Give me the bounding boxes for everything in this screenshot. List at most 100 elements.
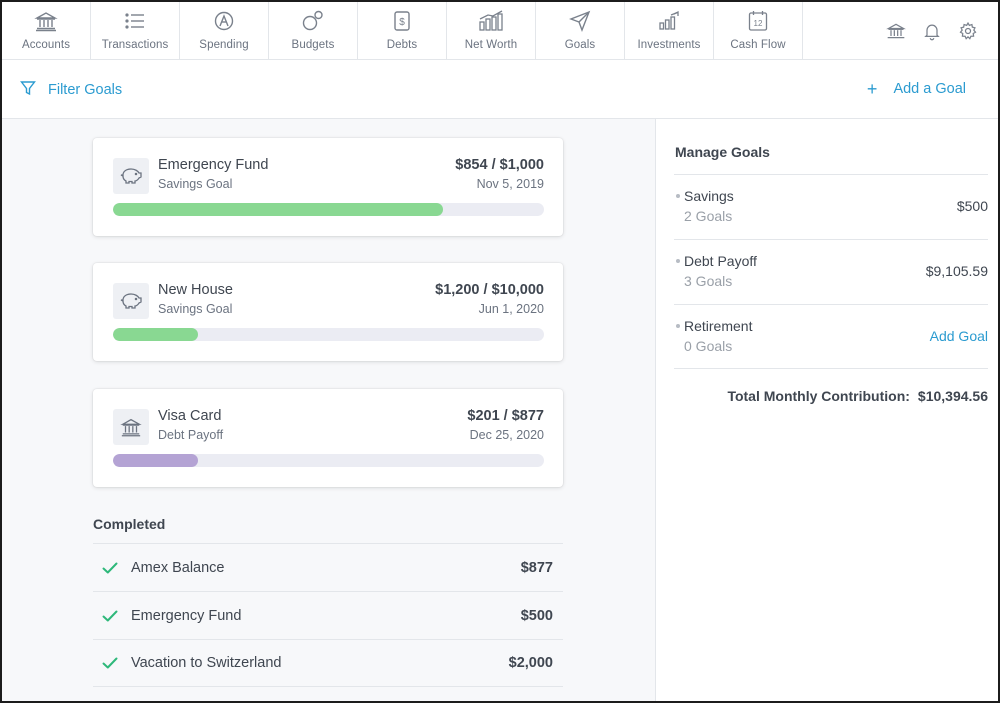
total-monthly-contribution: Total Monthly Contribution: $10,394.56 bbox=[727, 388, 988, 404]
goal-card[interactable]: Emergency Fund Savings Goal $854 / $1,00… bbox=[93, 138, 563, 236]
completed-goal-amount: $2,000 bbox=[508, 655, 553, 671]
add-a-goal-label: Add a Goal bbox=[893, 81, 966, 97]
manage-goals-list: Savings 2 Goals $500 Debt Payoff 3 Goals… bbox=[674, 174, 988, 369]
goal-type: Debt Payoff bbox=[158, 428, 224, 442]
bank-icon bbox=[33, 8, 59, 34]
manage-row-retirement[interactable]: Retirement 0 Goals Add Goal bbox=[674, 304, 988, 369]
manage-row-debt-payoff[interactable]: Debt Payoff 3 Goals $9,105.59 bbox=[674, 239, 988, 304]
goal-progress-track bbox=[113, 203, 544, 216]
nav-label: Transactions bbox=[101, 39, 169, 51]
calendar-icon: 12 bbox=[745, 8, 771, 34]
completed-heading: Completed bbox=[93, 516, 166, 532]
piggy-bank-icon bbox=[113, 158, 149, 194]
total-label: Total Monthly Contribution: bbox=[727, 388, 910, 404]
bullet-dot bbox=[676, 194, 680, 198]
manage-goals-heading: Manage Goals bbox=[675, 144, 770, 160]
goals-toolbar: Filter Goals + Add a Goal bbox=[2, 60, 998, 119]
goal-date: Jun 1, 2020 bbox=[478, 302, 544, 316]
svg-text:$: $ bbox=[399, 17, 405, 28]
goal-amount: $201 / $877 bbox=[467, 408, 544, 424]
category-name: Retirement bbox=[684, 318, 753, 334]
goal-card[interactable]: New House Savings Goal $1,200 / $10,000 … bbox=[93, 263, 563, 361]
add-goal-link[interactable]: Add Goal bbox=[930, 328, 988, 344]
nav-accounts[interactable]: Accounts bbox=[2, 2, 91, 60]
nav-utility-icons bbox=[803, 2, 998, 59]
checkmark-icon bbox=[101, 607, 119, 625]
nav-label: Budgets bbox=[291, 39, 335, 51]
nav-label: Debts bbox=[386, 39, 418, 51]
goal-name: Visa Card bbox=[158, 408, 222, 424]
nav-spending[interactable]: Spending bbox=[180, 2, 269, 60]
institution-icon[interactable] bbox=[884, 19, 908, 43]
goal-card[interactable]: Visa Card Debt Payoff $201 / $877 Dec 25… bbox=[93, 389, 563, 487]
filter-icon bbox=[20, 80, 36, 100]
goal-name: Emergency Fund bbox=[158, 157, 269, 173]
filter-goals-label: Filter Goals bbox=[48, 82, 123, 98]
category-contribution: $9,105.59 bbox=[925, 263, 988, 279]
top-nav: Accounts Transactions Spending Budgets $… bbox=[2, 2, 998, 60]
nav-label: Net Worth bbox=[464, 39, 518, 51]
nav-cash-flow[interactable]: 12 Cash Flow bbox=[714, 2, 803, 60]
nav-label: Accounts bbox=[21, 39, 71, 51]
spending-icon bbox=[211, 8, 237, 34]
filter-goals-button[interactable]: Filter Goals bbox=[20, 80, 122, 100]
list-icon bbox=[122, 8, 148, 34]
paper-plane-icon bbox=[567, 8, 593, 34]
checkmark-icon bbox=[101, 559, 119, 577]
growth-icon bbox=[656, 8, 682, 34]
completed-goal-row[interactable]: Emergency Fund $500 bbox=[93, 591, 563, 639]
goal-type: Savings Goal bbox=[158, 177, 233, 191]
budgets-icon bbox=[300, 8, 326, 34]
nav-label: Spending bbox=[199, 39, 249, 51]
category-count: 3 Goals bbox=[684, 273, 733, 289]
category-name: Debt Payoff bbox=[684, 253, 757, 269]
completed-goal-row[interactable]: Amex Balance $877 bbox=[93, 543, 563, 591]
bell-icon[interactable] bbox=[920, 19, 944, 43]
manage-row-savings[interactable]: Savings 2 Goals $500 bbox=[674, 174, 988, 239]
piggy-bank-icon bbox=[113, 283, 149, 319]
checkmark-icon bbox=[101, 654, 119, 672]
bullet-dot bbox=[676, 259, 680, 263]
goal-name: New House bbox=[158, 282, 233, 298]
goal-progress-track bbox=[113, 328, 544, 341]
goal-amount: $854 / $1,000 bbox=[455, 157, 544, 173]
goal-progress-fill bbox=[113, 203, 443, 216]
category-count: 2 Goals bbox=[684, 208, 733, 224]
nav-label: Investments bbox=[637, 39, 701, 51]
goals-panel: Emergency Fund Savings Goal $854 / $1,00… bbox=[2, 119, 655, 701]
completed-list: Amex Balance $877 Emergency Fund $500 Va… bbox=[93, 543, 563, 687]
goal-progress-fill bbox=[113, 328, 198, 341]
goal-amount: $1,200 / $10,000 bbox=[435, 282, 544, 298]
manage-goals-panel: Manage Goals Savings 2 Goals $500 Debt P… bbox=[655, 119, 998, 701]
goal-date: Dec 25, 2020 bbox=[469, 428, 544, 442]
nav-goals[interactable]: Goals bbox=[536, 2, 625, 60]
goal-progress-track bbox=[113, 454, 544, 467]
dollar-doc-icon: $ bbox=[389, 8, 415, 34]
bullet-dot bbox=[676, 324, 680, 328]
category-name: Savings bbox=[684, 188, 734, 204]
gear-icon[interactable] bbox=[956, 19, 980, 43]
nav-label: Cash Flow bbox=[730, 39, 786, 51]
bank-icon bbox=[113, 409, 149, 445]
bar-chart-icon bbox=[478, 8, 504, 34]
category-count: 0 Goals bbox=[684, 338, 733, 354]
nav-investments[interactable]: Investments bbox=[625, 2, 714, 60]
plus-icon: + bbox=[866, 79, 878, 99]
completed-goal-row[interactable]: Vacation to Switzerland $2,000 bbox=[93, 639, 563, 687]
nav-debts[interactable]: $ Debts bbox=[358, 2, 447, 60]
completed-goal-name: Emergency Fund bbox=[131, 607, 242, 624]
completed-goal-name: Amex Balance bbox=[131, 559, 225, 576]
completed-goal-name: Vacation to Switzerland bbox=[131, 655, 282, 671]
total-value: $10,394.56 bbox=[917, 388, 988, 404]
nav-net-worth[interactable]: Net Worth bbox=[447, 2, 536, 60]
completed-goal-amount: $877 bbox=[520, 559, 553, 576]
nav-transactions[interactable]: Transactions bbox=[91, 2, 180, 60]
goal-progress-fill bbox=[113, 454, 198, 467]
nav-budgets[interactable]: Budgets bbox=[269, 2, 358, 60]
goal-date: Nov 5, 2019 bbox=[476, 177, 544, 191]
add-a-goal-button[interactable]: + Add a Goal bbox=[866, 79, 966, 99]
svg-text:12: 12 bbox=[754, 19, 763, 28]
completed-goal-amount: $500 bbox=[520, 607, 553, 624]
app-window: Accounts Transactions Spending Budgets $… bbox=[0, 0, 1000, 703]
category-contribution: $500 bbox=[956, 198, 988, 214]
